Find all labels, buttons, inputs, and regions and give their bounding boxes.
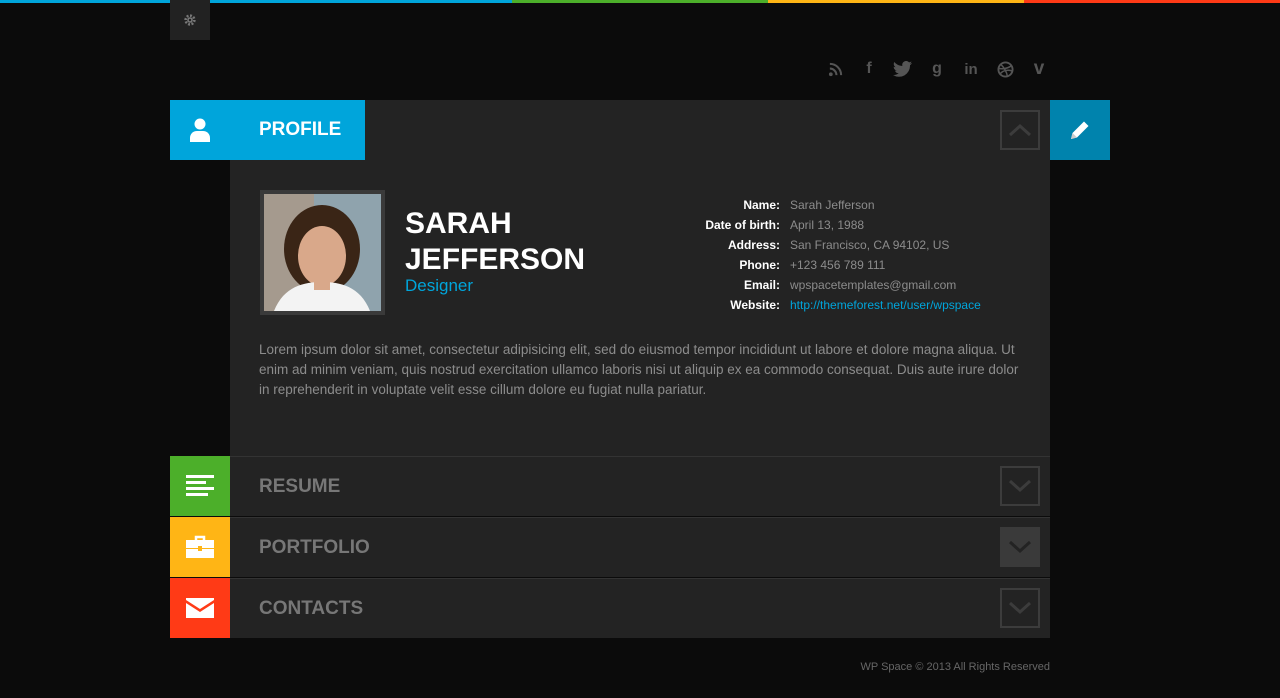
profile-side-button[interactable]: [170, 100, 230, 160]
rss-icon[interactable]: [824, 58, 846, 80]
profile-name-block: SARAH JEFFERSON Designer: [405, 206, 605, 296]
edit-button[interactable]: [1050, 100, 1110, 160]
section-resume-title: RESUME: [259, 476, 341, 497]
briefcase-icon: [186, 535, 214, 558]
profile-bio: Lorem ipsum dolor sit amet, consectetur …: [259, 342, 1019, 397]
social-links: f g in v: [824, 58, 1050, 80]
info-row: Phone: +123 456 789 111: [680, 255, 981, 275]
info-row: Website: http://themeforest.net/user/wpsp…: [680, 295, 981, 315]
info-label: Phone:: [739, 258, 780, 272]
twitter-icon[interactable]: [892, 58, 914, 80]
vimeo-glyph: v: [1033, 58, 1045, 79]
google-plus-icon[interactable]: g: [926, 58, 948, 80]
chevron-down-icon: [1008, 601, 1032, 615]
section-resume[interactable]: RESUME: [230, 456, 1050, 516]
info-row: Email: wpspacetemplates@gmail.com: [680, 275, 981, 295]
info-row: Name: Sarah Jefferson: [680, 195, 981, 215]
info-row: Address: San Francisco, CA 94102, US: [680, 235, 981, 255]
tab-profile-label: PROFILE: [259, 119, 342, 140]
contacts-side-button[interactable]: [170, 578, 230, 638]
info-label: Email:: [743, 278, 780, 292]
section-contacts[interactable]: CONTACTS: [230, 578, 1050, 638]
user-icon: [190, 118, 210, 142]
color-segment: [256, 0, 512, 3]
website-link[interactable]: http://themeforest.net/user/wpspace: [790, 298, 981, 312]
info-row: Date of birth: April 13, 1988: [680, 215, 981, 235]
chevron-down-icon: [1008, 540, 1032, 554]
vimeo-icon[interactable]: v: [1028, 58, 1050, 80]
facebook-icon[interactable]: f: [858, 58, 880, 80]
contacts-expand-button[interactable]: [1000, 588, 1040, 628]
pencil-icon: [1071, 121, 1089, 139]
color-segment: [1024, 0, 1280, 3]
color-segment: [768, 0, 1024, 3]
section-contacts-title: CONTACTS: [259, 598, 364, 619]
chevron-down-icon: [1008, 479, 1032, 493]
resume-side-button[interactable]: [170, 456, 230, 516]
role-title: Designer: [405, 276, 474, 295]
info-value: San Francisco, CA 94102, US: [790, 238, 950, 252]
facebook-glyph: f: [866, 60, 872, 77]
profile-info-table: Name: Sarah Jefferson Date of birth: April…: [680, 195, 981, 315]
portfolio-side-button[interactable]: [170, 517, 230, 577]
info-value: April 13, 1988: [790, 218, 865, 232]
linkedin-glyph: in: [964, 60, 978, 78]
gear-icon: [184, 14, 196, 26]
info-value: wpspacetemplates@gmail.com: [790, 278, 957, 292]
chevron-up-icon: [1008, 123, 1032, 137]
info-value: +123 456 789 111: [790, 258, 886, 272]
google-glyph: g: [932, 60, 942, 77]
info-label: Date of birth:: [705, 218, 780, 232]
portrait-image: [264, 194, 381, 311]
dribbble-icon[interactable]: [994, 58, 1016, 80]
list-icon: [186, 475, 214, 496]
profile-collapse-button[interactable]: [1000, 110, 1040, 150]
section-portfolio[interactable]: PORTFOLIO: [230, 517, 1050, 577]
color-segment: [0, 0, 256, 3]
last-name: JEFFERSON: [405, 243, 586, 276]
info-label: Website:: [730, 298, 780, 312]
envelope-icon: [186, 598, 214, 618]
first-name: SARAH: [405, 207, 512, 240]
portfolio-expand-button[interactable]: [1000, 527, 1040, 567]
resume-expand-button[interactable]: [1000, 466, 1040, 506]
color-segment: [512, 0, 768, 3]
info-label: Name:: [743, 198, 780, 212]
info-value: Sarah Jefferson: [790, 198, 875, 212]
footer-copyright: WP Space © 2013 All Rights Reserved: [860, 661, 1051, 673]
section-portfolio-title: PORTFOLIO: [259, 537, 370, 558]
profile-photo: [260, 190, 385, 315]
info-label: Address:: [727, 238, 780, 252]
linkedin-icon[interactable]: in: [960, 58, 982, 80]
tab-profile[interactable]: PROFILE: [230, 100, 365, 160]
settings-button[interactable]: [170, 0, 210, 40]
